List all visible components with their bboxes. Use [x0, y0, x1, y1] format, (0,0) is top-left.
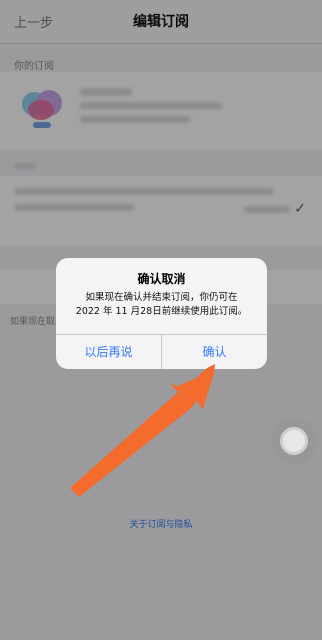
alert-title: 确认取消	[137, 272, 186, 286]
confirm-cancel-alert: 确认取消 如果现在确认并结束订阅，你仍可在 2022 年 11 月28日前继续使…	[56, 258, 267, 369]
alert-message-line: 2022 年 11 月28日前继续使用此订阅。	[75, 306, 248, 317]
alert-message-line: 如果现在确认并结束订阅，你仍可在	[85, 292, 238, 303]
alert-message: 如果现在确认并结束订阅，你仍可在 2022 年 11 月28日前继续使用此订阅。	[64, 291, 259, 319]
confirm-button[interactable]: 确认	[162, 335, 267, 369]
later-button[interactable]: 以后再说	[56, 335, 161, 369]
assistive-touch-button[interactable]	[271, 418, 317, 464]
